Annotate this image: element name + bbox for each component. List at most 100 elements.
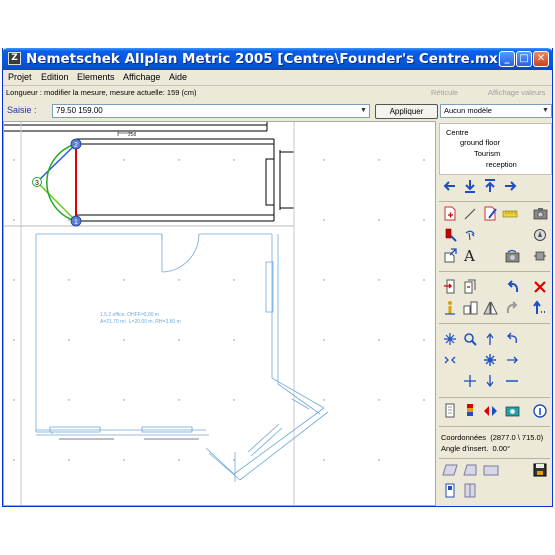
delete-icon[interactable] — [531, 278, 549, 295]
compass-icon[interactable] — [531, 226, 549, 243]
trapezoid-shape-icon[interactable] — [461, 461, 479, 478]
tree-item-centre[interactable]: Centre — [446, 128, 469, 137]
info-circle-icon[interactable] — [531, 402, 549, 419]
arrow-down-bar-icon[interactable] — [461, 177, 479, 194]
svg-text:2: 2 — [74, 142, 78, 149]
saisie-label: Saisie : — [7, 105, 37, 115]
arrow-right-small-icon[interactable] — [503, 351, 521, 368]
app-icon[interactable]: Z — [8, 52, 21, 65]
minus-icon[interactable] — [503, 372, 521, 389]
projector-icon[interactable] — [531, 247, 549, 264]
project-tree[interactable]: Centre ground floor Tourism reception — [439, 123, 552, 175]
affichage-valeurs-toggle[interactable]: Affichage valeurs — [488, 88, 545, 97]
window-title: Nemetschek Allplan Metric 2005 [Centre\F… — [26, 51, 514, 67]
arrow-right-icon[interactable] — [501, 177, 519, 194]
handle-1[interactable]: 1 — [70, 215, 82, 227]
arrow-up-bar-icon[interactable] — [481, 177, 499, 194]
door-icon[interactable] — [441, 482, 459, 499]
document-arrow-in-icon[interactable] — [441, 278, 459, 295]
arrow-left-icon[interactable] — [441, 177, 459, 194]
info-icon[interactable] — [441, 299, 459, 316]
office-door[interactable] — [161, 233, 200, 273]
right-panel: Centre ground floor Tourism reception A — [437, 121, 552, 506]
chevron-down-icon[interactable]: ▼ — [358, 105, 369, 117]
menu-edition[interactable]: Edition — [41, 72, 69, 82]
model-select[interactable]: Aucun modèle ▼ — [440, 104, 552, 118]
swap-icon[interactable] — [481, 402, 499, 419]
minimize-button[interactable]: _ — [499, 51, 515, 67]
text-tool-icon[interactable]: A — [461, 247, 479, 264]
new-document-icon[interactable] — [441, 205, 459, 222]
menu-elements[interactable]: Elements — [77, 72, 115, 82]
import-document-icon[interactable] — [441, 247, 459, 264]
room-label-line-1: 1.5.2 office, OHFF=0.00 m — [100, 312, 159, 318]
explode-icon[interactable] — [441, 330, 459, 347]
window-element-icon[interactable] — [461, 482, 479, 499]
burst-icon[interactable] — [481, 351, 499, 368]
apply-button[interactable]: Appliquer — [375, 104, 438, 119]
room-label-line-2: A=21.70 m², L=20.00 m, RH=3.50 m — [100, 319, 181, 325]
mirror-icon[interactable] — [481, 299, 499, 316]
crosshair-icon[interactable] — [461, 372, 479, 389]
info-bar: Longueur : modifier la mesure, mesure ac… — [3, 85, 552, 99]
document-copy-icon[interactable] — [461, 278, 479, 295]
tree-item-reception[interactable]: reception — [486, 160, 517, 169]
floor-plan[interactable]: 258 2 3 1 1.5.2 office, OHFF=0.00 m A=21… — [4, 122, 436, 506]
rotate-ccw-icon[interactable] — [503, 330, 521, 347]
rotate-line-icon[interactable] — [461, 226, 479, 243]
title-bar[interactable]: Z Nemetschek Allplan Metric 2005 [Centre… — [2, 48, 553, 70]
menu-projet[interactable]: Projet — [8, 72, 32, 82]
move-arrows-icon[interactable] — [441, 351, 459, 368]
close-button[interactable]: ✕ — [533, 51, 549, 67]
coordinates-panel: Coordonnées (2877.0 \ 715.0) Angle d'ins… — [441, 433, 543, 453]
line-tool-icon[interactable] — [461, 205, 479, 222]
coordinates-label: Coordonnées — [441, 433, 487, 442]
edit-document-icon[interactable] — [481, 205, 499, 222]
model-select-value: Aucun modèle — [444, 106, 492, 115]
arrow-up-icon[interactable] — [481, 330, 499, 347]
parallelogram-shape-icon[interactable] — [441, 461, 459, 478]
angle-label: Angle d'insert. — [441, 444, 489, 453]
chevron-down-icon[interactable]: ▼ — [540, 105, 551, 117]
tree-item-ground-floor[interactable]: ground floor — [460, 138, 500, 147]
menu-bar: Projet Edition Elements Affichage Aide — [3, 70, 552, 84]
redo-icon[interactable] — [503, 299, 521, 316]
separator — [439, 458, 550, 459]
camera-icon[interactable] — [531, 205, 549, 222]
ruler-icon[interactable] — [501, 205, 519, 222]
layer-colors-icon[interactable] — [461, 402, 479, 419]
separator — [439, 323, 550, 324]
office-room-walls[interactable] — [35, 233, 329, 482]
coordinates-value: (2877.0 \ 715.0) — [490, 433, 544, 442]
door-selection[interactable] — [36, 143, 77, 222]
menu-affichage[interactable]: Affichage — [123, 72, 160, 82]
svg-text:A: A — [463, 248, 475, 263]
status-message: Longueur : modifier la mesure, mesure ac… — [6, 88, 197, 97]
separator — [439, 271, 550, 272]
saisie-input[interactable]: 79.50 159.00 ▼ — [52, 104, 370, 118]
handle-2[interactable]: 2 — [70, 138, 82, 150]
saisie-value: 79.50 159.00 — [56, 106, 103, 115]
handle-3[interactable]: 3 — [32, 177, 42, 188]
camera-teal-icon[interactable] — [503, 402, 521, 419]
separator — [439, 426, 550, 427]
wall-split-icon[interactable] — [461, 299, 479, 316]
angle-value: 0.00° — [492, 444, 511, 453]
maximize-button[interactable]: □ — [516, 51, 532, 67]
tree-item-tourism[interactable]: Tourism — [474, 149, 500, 158]
camera-rotate-icon[interactable] — [503, 247, 521, 264]
arrow-down-icon[interactable] — [481, 372, 499, 389]
zoom-icon[interactable] — [461, 330, 479, 347]
layer-icon[interactable] — [441, 402, 459, 419]
save-icon[interactable] — [531, 461, 549, 478]
separator — [439, 397, 550, 398]
rectangle-shape-icon[interactable] — [482, 461, 500, 478]
input-bar: Saisie : 79.50 159.00 ▼ Appliquer Aucun … — [3, 101, 552, 121]
move-to-icon[interactable] — [531, 299, 549, 316]
menu-aide[interactable]: Aide — [169, 72, 187, 82]
separator — [439, 201, 550, 202]
reticule-toggle[interactable]: Réticule — [431, 88, 458, 97]
paint-bucket-icon[interactable] — [441, 226, 459, 243]
undo-icon[interactable] — [503, 278, 521, 295]
drawing-canvas[interactable]: 258 2 3 1 1.5.2 office, OHFF=0.00 m A=21… — [3, 121, 436, 506]
